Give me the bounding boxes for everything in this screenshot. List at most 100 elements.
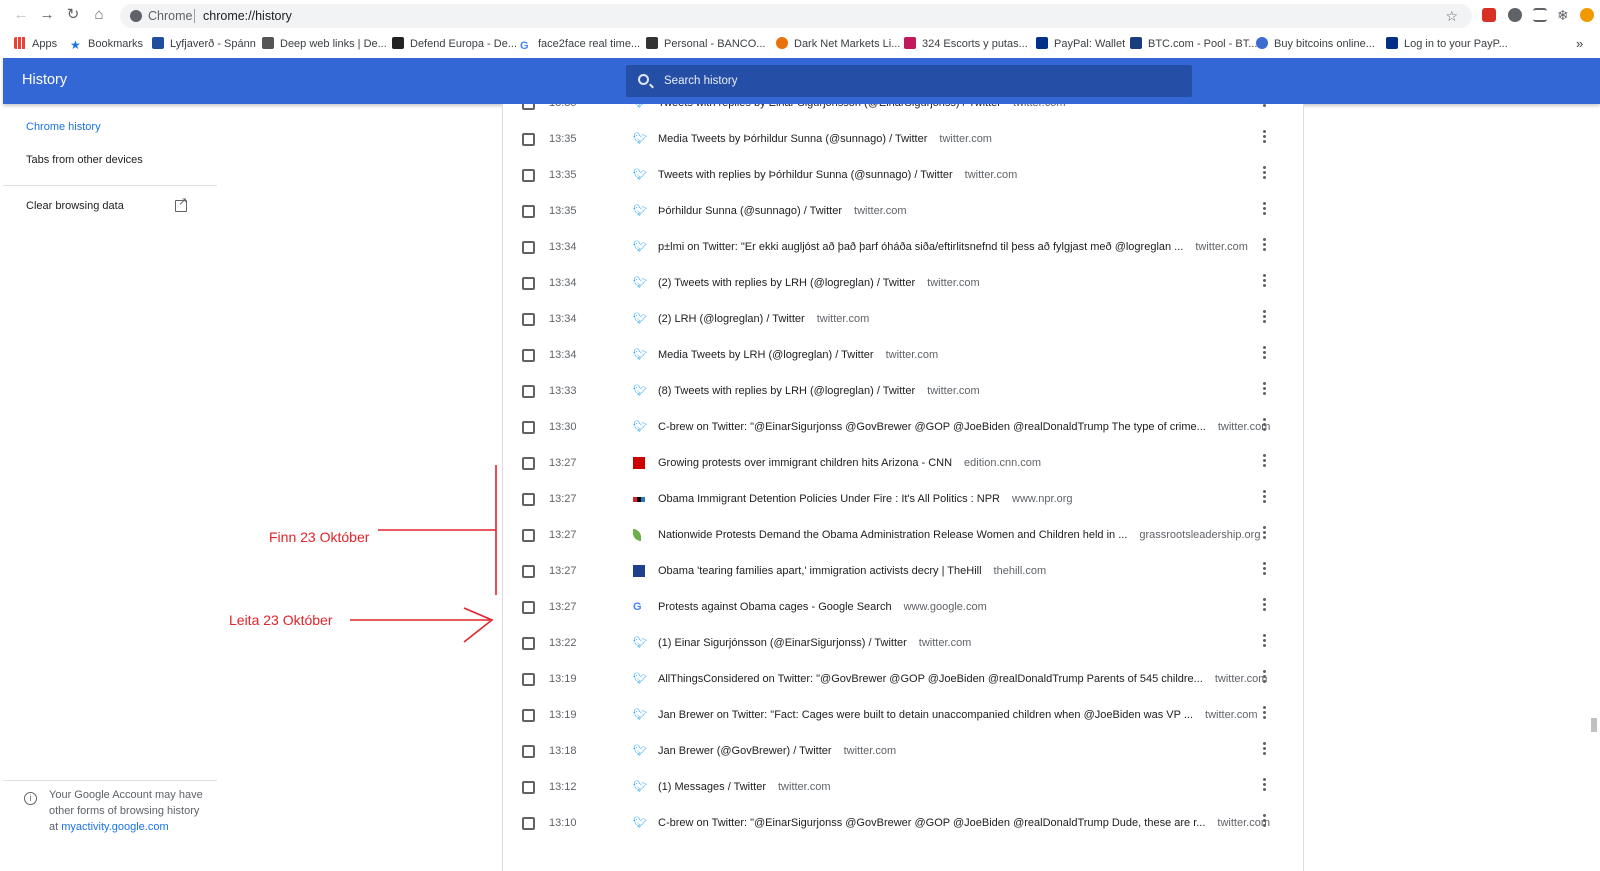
more-actions-icon[interactable] bbox=[1263, 104, 1267, 112]
more-actions-icon[interactable] bbox=[1263, 526, 1267, 544]
row-checkbox[interactable] bbox=[522, 493, 535, 506]
address-bar[interactable]: Chrome chrome://history ☆ bbox=[120, 4, 1472, 28]
more-actions-icon[interactable] bbox=[1263, 202, 1267, 220]
row-checkbox[interactable] bbox=[522, 673, 535, 686]
history-row[interactable]: 13:27 Obama 'tearing families apart,' imm… bbox=[503, 554, 1303, 590]
row-checkbox[interactable] bbox=[522, 745, 535, 758]
history-row[interactable]: 13:22 🐦︎ (1) Einar Sigurjónsson (@EinarSig… bbox=[503, 626, 1303, 662]
search-input[interactable] bbox=[664, 65, 1184, 97]
row-title-link[interactable]: (2) Tweets with replies by LRH (@logregl… bbox=[658, 277, 980, 289]
more-actions-icon[interactable] bbox=[1263, 778, 1267, 796]
row-title-link[interactable]: AllThingsConsidered on Twitter: "@GovBre… bbox=[658, 673, 1267, 685]
scrollbar-thumb[interactable] bbox=[1591, 718, 1597, 732]
sidebar-item-other-devices[interactable]: Tabs from other devices bbox=[26, 154, 143, 166]
row-title-link[interactable]: Obama 'tearing families apart,' immigrat… bbox=[658, 565, 1046, 577]
bookmark-item[interactable]: Buy bitcoins online... bbox=[1256, 36, 1375, 52]
site-info-icon[interactable] bbox=[130, 10, 142, 22]
more-actions-icon[interactable] bbox=[1263, 166, 1267, 184]
more-actions-icon[interactable] bbox=[1263, 490, 1267, 508]
row-title-link[interactable]: (1) Messages / Twitter twitter.com bbox=[658, 781, 831, 793]
history-row[interactable]: 13:19 🐦︎ AllThingsConsidered on Twitter: "… bbox=[503, 662, 1303, 698]
reload-icon[interactable]: ↻ bbox=[64, 6, 82, 24]
bookmark-apps[interactable]: Apps bbox=[14, 36, 57, 52]
row-checkbox[interactable] bbox=[522, 781, 535, 794]
bookmarks-overflow-icon[interactable]: » bbox=[1576, 36, 1583, 52]
more-actions-icon[interactable] bbox=[1263, 634, 1267, 652]
history-row[interactable]: 13:10 🐦︎ C-brew on Twitter: "@EinarSigurjo… bbox=[503, 806, 1303, 842]
row-title-link[interactable]: C-brew on Twitter: "@EinarSigurjonss @Go… bbox=[658, 817, 1270, 829]
history-row[interactable]: 13:27 Growing protests over immigrant chi… bbox=[503, 446, 1303, 482]
row-title-link[interactable]: (8) Tweets with replies by LRH (@logregl… bbox=[658, 385, 980, 397]
search-icon[interactable] bbox=[638, 74, 649, 85]
more-actions-icon[interactable] bbox=[1263, 598, 1267, 616]
bookmark-item[interactable]: Lyfjaverð - Spánn bbox=[152, 36, 256, 52]
reading-list-icon[interactable] bbox=[1533, 8, 1547, 22]
profile-avatar[interactable] bbox=[1580, 8, 1594, 22]
url-text[interactable]: chrome://history bbox=[203, 4, 292, 28]
row-title-link[interactable]: (1) Einar Sigurjónsson (@EinarSigurjonss… bbox=[658, 637, 971, 649]
row-checkbox[interactable] bbox=[522, 529, 535, 542]
puzzle-extensions-icon[interactable] bbox=[1508, 8, 1522, 22]
more-actions-icon[interactable] bbox=[1263, 130, 1267, 148]
more-actions-icon[interactable] bbox=[1263, 706, 1267, 724]
row-checkbox[interactable] bbox=[522, 133, 535, 146]
row-title-link[interactable]: Growing protests over immigrant children… bbox=[658, 457, 1041, 469]
history-row[interactable]: 13:27 Nationwide Protests Demand the Obam… bbox=[503, 518, 1303, 554]
more-actions-icon[interactable] bbox=[1263, 346, 1267, 364]
row-checkbox[interactable] bbox=[522, 349, 535, 362]
more-actions-icon[interactable] bbox=[1263, 742, 1267, 760]
more-actions-icon[interactable] bbox=[1263, 418, 1267, 436]
back-icon[interactable]: ← bbox=[12, 6, 30, 24]
row-title-link[interactable]: Jan Brewer (@GovBrewer) / Twitter twitter… bbox=[658, 745, 896, 757]
history-row[interactable]: 13:34 🐦︎ (2) LRH (@logreglan) / Twitter twi… bbox=[503, 302, 1303, 338]
sidebar-item-chrome-history[interactable]: Chrome history bbox=[26, 121, 101, 133]
row-title-link[interactable]: Tweets with replies by Einar Sigurjónsso… bbox=[658, 104, 1066, 109]
row-checkbox[interactable] bbox=[522, 385, 535, 398]
row-checkbox[interactable] bbox=[522, 104, 535, 110]
history-row[interactable]: 13:30 🐦︎ C-brew on Twitter: "@EinarSigurjo… bbox=[503, 410, 1303, 446]
more-actions-icon[interactable] bbox=[1263, 310, 1267, 328]
row-title-link[interactable]: Protests against Obama cages - Google Se… bbox=[658, 601, 987, 613]
row-checkbox[interactable] bbox=[522, 709, 535, 722]
history-row[interactable]: 13:18 🐦︎ Jan Brewer (@GovBrewer) / Twitter… bbox=[503, 734, 1303, 770]
row-title-link[interactable]: C-brew on Twitter: "@EinarSigurjonss @Go… bbox=[658, 421, 1270, 433]
row-title-link[interactable]: (2) LRH (@logreglan) / Twitter twitter.co… bbox=[658, 313, 869, 325]
history-row[interactable]: 13:33 🐦︎ (8) Tweets with replies by LRH (@… bbox=[503, 374, 1303, 410]
history-row[interactable]: 13:35 🐦︎ Tweets with replies by Þórhildur … bbox=[503, 158, 1303, 194]
row-title-link[interactable]: p±lmi on Twitter: "Er ekki augljóst að þ… bbox=[658, 241, 1248, 253]
row-title-link[interactable]: Obama Immigrant Detention Policies Under… bbox=[658, 493, 1073, 505]
history-row[interactable]: 13:27 G Protests against Obama cages - Goo… bbox=[503, 590, 1303, 626]
snowflake-icon[interactable]: ❄ bbox=[1557, 8, 1571, 22]
history-row[interactable]: 13:19 🐦︎ Jan Brewer on Twitter: "Fact: Cag… bbox=[503, 698, 1303, 734]
row-checkbox[interactable] bbox=[522, 817, 535, 830]
more-actions-icon[interactable] bbox=[1263, 238, 1267, 256]
row-checkbox[interactable] bbox=[522, 313, 535, 326]
bookmark-star-icon[interactable]: ☆ bbox=[1445, 4, 1458, 28]
row-checkbox[interactable] bbox=[522, 205, 535, 218]
history-row[interactable]: 13:34 🐦︎ p±lmi on Twitter: "Er ekki augljó… bbox=[503, 230, 1303, 266]
row-checkbox[interactable] bbox=[522, 457, 535, 470]
history-row[interactable]: 13:35 🐦︎ Þórhildur Sunna (@sunnago) / Twit… bbox=[503, 194, 1303, 230]
row-checkbox[interactable] bbox=[522, 169, 535, 182]
row-checkbox[interactable] bbox=[522, 241, 535, 254]
bookmark-item[interactable]: Dark Net Markets Li... bbox=[776, 36, 900, 52]
row-checkbox[interactable] bbox=[522, 601, 535, 614]
history-row[interactable]: 13:12 🐦︎ (1) Messages / Twitter twitter.com bbox=[503, 770, 1303, 806]
bookmark-item[interactable]: BTC.com - Pool - BT... bbox=[1130, 36, 1257, 52]
bookmark-item[interactable]: Personal - BANCO... bbox=[646, 36, 765, 52]
bookmark-item[interactable]: Log in to your PayP... bbox=[1386, 36, 1508, 52]
row-title-link[interactable]: Media Tweets by Þórhildur Sunna (@sunnag… bbox=[658, 133, 992, 145]
row-checkbox[interactable] bbox=[522, 421, 535, 434]
home-icon[interactable]: ⌂ bbox=[90, 6, 108, 24]
bookmark-bookmarks[interactable]: ★ Bookmarks bbox=[70, 36, 143, 52]
more-actions-icon[interactable] bbox=[1263, 382, 1267, 400]
row-title-link[interactable]: Þórhildur Sunna (@sunnago) / Twitter twit… bbox=[658, 205, 907, 217]
bookmark-item[interactable]: Gface2face real time... bbox=[520, 36, 640, 52]
row-title-link[interactable]: Nationwide Protests Demand the Obama Adm… bbox=[658, 529, 1260, 541]
row-checkbox[interactable] bbox=[522, 565, 535, 578]
bookmark-item[interactable]: PayPal: Wallet bbox=[1036, 36, 1125, 52]
row-checkbox[interactable] bbox=[522, 277, 535, 290]
search-box[interactable] bbox=[626, 65, 1192, 97]
more-actions-icon[interactable] bbox=[1263, 670, 1267, 688]
extension-icon[interactable] bbox=[1482, 8, 1496, 22]
